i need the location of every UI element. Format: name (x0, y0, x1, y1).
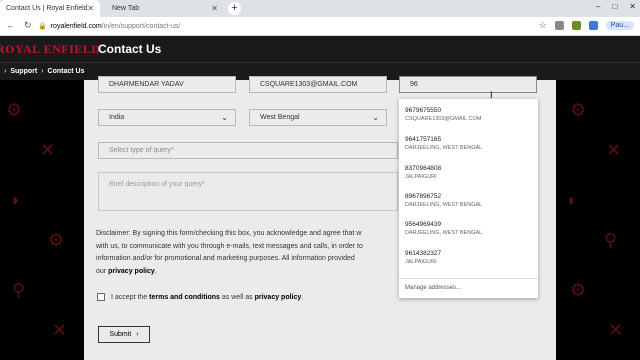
minimize-icon[interactable]: – (596, 2, 600, 11)
option-phone: 9564969439 (405, 221, 442, 228)
submit-label: Submit (109, 331, 132, 338)
close-tab-icon[interactable]: ✕ (211, 4, 218, 13)
autocomplete-option[interactable]: 9679675550 CSQUARE1303@GMAIL.COM (405, 107, 535, 122)
state-value: West Bengal (260, 114, 300, 121)
option-phone: 8370964808 (405, 165, 442, 172)
motorcycle-icon: ⚲ (604, 230, 618, 250)
option-phone: 8967896752 (405, 193, 442, 200)
country-value: India (109, 114, 125, 121)
page-title: Contact Us (98, 42, 162, 56)
wrench-icon: ✕ (40, 140, 56, 160)
extension-icon[interactable] (588, 21, 598, 30)
consent-mid: as well as (221, 293, 253, 301)
option-detail: JALPAIGURI (405, 174, 437, 180)
wrench-icon: ✕ (608, 320, 624, 340)
helmet-icon: ◗ (566, 190, 577, 210)
profile-button[interactable]: Pau... (605, 21, 634, 30)
option-phone: 9679675550 (405, 107, 442, 114)
gear-icon: ⚙ (570, 100, 587, 120)
option-phone: 9614382327 (405, 250, 442, 257)
disclaimer-our: our (96, 267, 107, 275)
back-icon[interactable]: ← (6, 20, 15, 30)
autocomplete-dropdown: 9679675550 CSQUARE1303@GMAIL.COM 9641757… (399, 99, 538, 298)
gear-icon: ⚙ (48, 230, 65, 250)
phone-field[interactable]: 96 (399, 76, 537, 93)
chevron-right-icon: › (4, 68, 7, 75)
disclaimer-end: . (154, 267, 157, 275)
close-tab-icon[interactable]: ✕ (87, 4, 94, 13)
autocomplete-option[interactable]: 9641757165 DARJEELING, WEST BENGAL (405, 136, 535, 151)
bookmark-star-icon[interactable]: ☆ (539, 20, 547, 31)
email-field[interactable]: CSQUARE1303@GMAIL.COM (249, 76, 387, 93)
autocomplete-option[interactable]: 9564969439 DARJEELING, WEST BENGAL (405, 221, 535, 236)
consent-end: . (301, 293, 304, 301)
lock-icon: 🔒 (38, 23, 47, 30)
extension-icon[interactable] (571, 21, 581, 30)
consent-prefix: I accept the (111, 293, 148, 301)
reload-icon[interactable]: ↻ (24, 20, 32, 31)
disclaimer-line: with us, to communicate with you through… (96, 242, 363, 250)
tab-title: Contact Us | Royal Enfield (6, 5, 88, 12)
breadcrumb-contact-us[interactable]: Contact Us (48, 68, 85, 75)
url-host: royalenfield.com (50, 23, 102, 30)
option-detail: DARJEELING, WEST BENGAL (405, 202, 483, 208)
motorcycle-icon: ⚲ (12, 280, 26, 300)
option-detail: CSQUARE1303@GMAIL.COM (405, 116, 482, 122)
disclaimer-text: Disclaimer: By signing this form/checkin… (96, 228, 406, 278)
option-detail: DARJEELING, WEST BENGAL (405, 145, 483, 151)
phone-value: 96 (410, 81, 418, 88)
address-bar[interactable]: 🔒 royalenfield.com/in/en/support/contact-… (38, 20, 538, 33)
text-cursor-icon: I (490, 90, 493, 100)
state-select[interactable]: West Bengal ⌄ (249, 109, 387, 126)
site-header: ROYAL ENFIELD Contact Us (0, 36, 640, 62)
disclaimer-line: information and/or for promotional and m… (96, 255, 355, 262)
chevron-right-icon: › (136, 331, 139, 338)
chevron-right-icon: › (41, 68, 44, 75)
consent-checkbox[interactable] (97, 293, 105, 301)
wrench-icon: ✕ (606, 140, 622, 160)
option-detail: JALPAIGURI (405, 259, 437, 265)
option-phone: 9641757165 (405, 136, 442, 143)
manage-addresses-link[interactable]: Manage addresses... (399, 278, 538, 298)
description-textarea[interactable]: Brief description of your query* (98, 172, 398, 211)
window-controls: – □ ✕ (596, 2, 636, 11)
tab-contact-us[interactable]: Contact Us | Royal Enfield ✕ (0, 0, 100, 17)
gear-icon: ⚙ (570, 280, 587, 300)
royal-enfield-logo[interactable]: ROYAL ENFIELD (0, 42, 100, 57)
helmet-icon: ◗ (10, 190, 21, 210)
tab-title: New Tab (112, 5, 140, 12)
terms-link[interactable]: terms and conditions (149, 294, 220, 301)
chevron-down-icon: ⌄ (221, 113, 228, 122)
autocomplete-option[interactable]: 9614382327 JALPAIGURI (405, 250, 535, 265)
privacy-policy-link[interactable]: privacy policy (108, 268, 155, 275)
extension-icon[interactable] (554, 21, 564, 30)
submit-button[interactable]: Submit › (98, 326, 150, 343)
consent-row: I accept the terms and conditions as wel… (97, 293, 303, 301)
browser-toolbar: ← ↻ 🔒 royalenfield.com/in/en/support/cont… (0, 17, 640, 36)
disclaimer-line: our privacy policy. (96, 266, 406, 279)
wrench-icon: ✕ (52, 320, 68, 340)
consent-label: I accept the terms and conditions as wel… (111, 294, 303, 301)
chevron-down-icon: ⌄ (372, 113, 379, 122)
country-select[interactable]: India ⌄ (98, 109, 236, 126)
toolbar-right: ☆ Pau... (539, 20, 634, 31)
close-window-icon[interactable]: ✕ (629, 2, 636, 11)
breadcrumb-support[interactable]: Support (10, 68, 37, 75)
new-tab-button[interactable]: + (228, 2, 241, 15)
autocomplete-option[interactable]: 8370964808 JALPAIGURI (405, 165, 535, 180)
maximize-icon[interactable]: □ (612, 2, 617, 11)
motorcycle-icon: ⚙ (6, 100, 23, 120)
url-path: /in/en/support/contact-us/ (101, 23, 181, 30)
disclaimer-line: Disclaimer: By signing this form/checkin… (96, 230, 362, 237)
privacy-policy-link[interactable]: privacy policy (255, 294, 302, 301)
query-type-select[interactable]: Select type of query* (98, 142, 398, 159)
tab-new-tab[interactable]: New Tab ✕ (106, 0, 224, 17)
browser-tab-strip: Contact Us | Royal Enfield ✕ New Tab ✕ +… (0, 0, 640, 17)
name-field[interactable]: DHARMENDAR YADAV (98, 76, 236, 93)
option-detail: DARJEELING, WEST BENGAL (405, 230, 483, 236)
autocomplete-option[interactable]: 8967896752 DARJEELING, WEST BENGAL (405, 193, 535, 208)
